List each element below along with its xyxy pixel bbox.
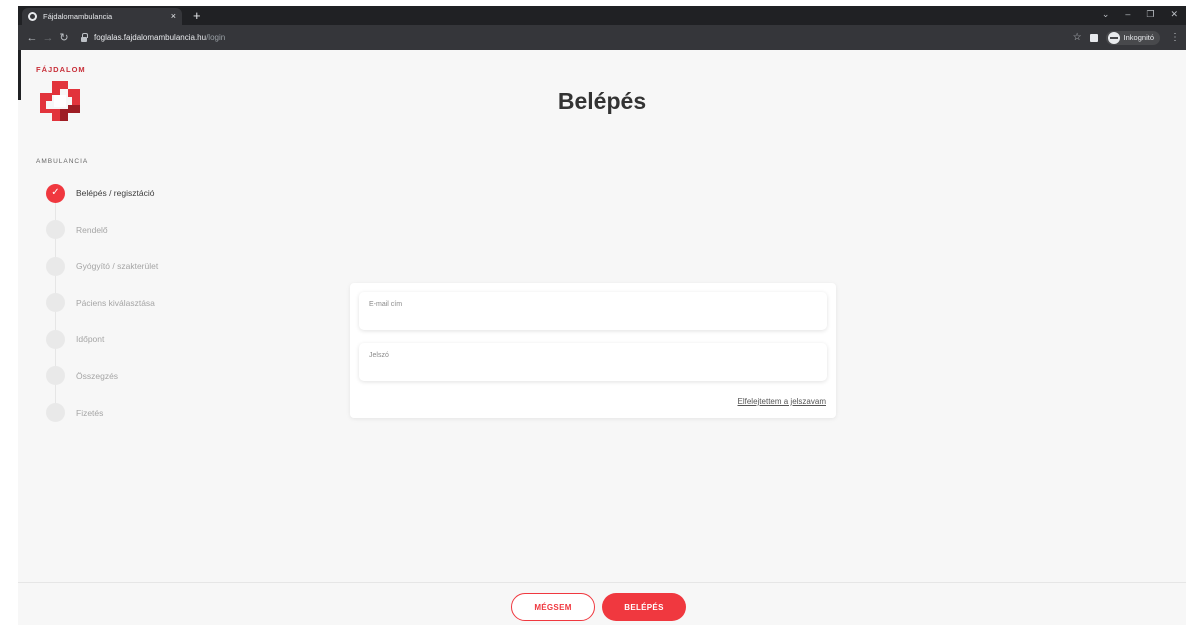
step-label: Összegzés [76,370,119,381]
step-dot [46,329,65,349]
lock-icon[interactable] [80,33,88,42]
globe-icon [28,12,37,21]
step-label: Páciens kiválasztása [76,297,155,308]
tab-search-icon[interactable]: ⌄ [1102,9,1110,20]
step-label: Gyógyító / szakterület [76,261,159,272]
step-dot [46,366,65,386]
cancel-button[interactable]: MÉGSEM [511,593,595,621]
window-controls: ⌄ – ❐ ✕ [1102,9,1178,20]
password-label: Jelszó [369,352,389,359]
step-dot [46,220,65,240]
email-input[interactable] [369,310,817,319]
step-label: Rendelő [76,224,108,235]
password-field[interactable]: Jelszó [359,343,827,381]
address-bar: ← → ↻ foglalas.fajdalomambulancia.hu /lo… [18,25,1186,50]
browser-chrome: Fájdalomambulancia × + ⌄ – ❐ ✕ ← → ↻ fog… [18,6,1186,50]
step-dot [46,403,65,423]
step-patient: Páciens kiválasztása [46,293,158,313]
password-input[interactable] [369,361,817,370]
incognito-badge[interactable]: Inkognitó [1105,30,1160,45]
check-icon: ✓ [51,187,60,198]
reload-icon[interactable]: ↻ [56,31,72,44]
toolbar-actions: ☆ Inkognitó ⋮ [1073,30,1180,45]
forward-arrow-icon[interactable]: → [40,32,56,44]
login-button[interactable]: BELÉPÉS [602,593,686,621]
step-dot: ✓ [46,183,65,203]
forgot-password-link[interactable]: Elfelejtettem a jelszavam [738,397,826,406]
url-host: foglalas.fajdalomambulancia.hu [94,33,207,42]
step-clinic: Rendelő [46,220,158,240]
menu-kebab-icon[interactable]: ⋮ [1170,32,1180,43]
booking-stepper: ✓ Belépés / regisztáció Rendelő Gyógyító… [46,183,158,439]
minimize-icon[interactable]: – [1125,9,1130,20]
step-payment: Fizetés [46,403,158,423]
new-tab-button[interactable]: + [193,8,201,23]
close-window-icon[interactable]: ✕ [1170,9,1178,20]
step-dot [46,256,65,276]
tab-bar: Fájdalomambulancia × + ⌄ – ❐ ✕ [18,6,1186,25]
step-dot [46,293,65,313]
back-arrow-icon[interactable]: ← [24,32,40,44]
logo-top-text: FÁJDALOM [36,65,86,74]
incognito-label: Inkognitó [1123,33,1154,42]
browser-tab[interactable]: Fájdalomambulancia × [22,8,182,25]
step-summary: Összegzés [46,366,158,386]
url-field[interactable]: foglalas.fajdalomambulancia.hu /login [80,28,1073,47]
step-login: ✓ Belépés / regisztáció [46,183,158,203]
page-title: Belépés [557,88,647,114]
page-content: FÁJDALOM AMBULANCIA Belépés ✓ Belépés / … [18,50,1186,625]
logo[interactable]: FÁJDALOM AMBULANCIA [36,65,106,165]
logo-bottom-text: AMBULANCIA [36,158,89,165]
step-appointment: Időpont [46,329,158,349]
tab-title: Fájdalomambulancia [43,12,113,21]
url-path: /login [206,33,226,42]
footer-bar: MÉGSEM BELÉPÉS [18,582,1186,625]
tab-close-icon[interactable]: × [171,12,176,21]
bookmark-star-icon[interactable]: ☆ [1073,32,1082,43]
step-label: Fizetés [76,407,104,418]
side-panel-icon[interactable] [1089,33,1098,42]
step-label: Időpont [76,334,105,345]
email-field[interactable]: E-mail cím [359,292,827,330]
incognito-icon [1107,31,1120,44]
step-label: Belépés / regisztáció [76,188,155,198]
restore-icon[interactable]: ❐ [1146,9,1154,20]
step-doctor: Gyógyító / szakterület [46,256,158,276]
email-label: E-mail cím [369,301,403,308]
login-form: E-mail cím Jelszó Elfelejtettem a jelsza… [350,283,836,418]
